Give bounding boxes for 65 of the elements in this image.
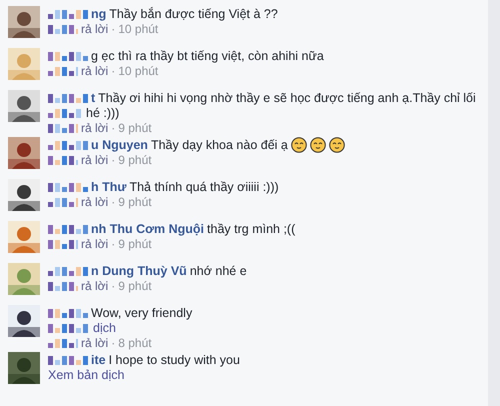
comment-text: thầy trg mình ;(( (207, 222, 296, 236)
pixelation-drawing (48, 196, 78, 206)
pixelation-drawing (48, 322, 90, 332)
separator-dot: · (111, 194, 116, 208)
smiley-icon (290, 136, 307, 152)
pixelation-drawing (48, 182, 88, 192)
comment-text: I hope to study with you (108, 352, 240, 366)
comment-time: 9 phút (118, 278, 152, 292)
comment-text: Thả thính quá thầy ơiiiii :))) (129, 180, 279, 194)
pixelation-drawing (48, 92, 88, 102)
commenter-name[interactable]: t (91, 90, 96, 104)
reply-link[interactable]: rả lời (81, 336, 108, 350)
separator-dot: · (111, 64, 116, 78)
pixelation-drawing (48, 140, 88, 150)
pixelation-drawing (48, 308, 88, 318)
pixelation-drawing (48, 280, 78, 290)
pixelation-drawing (48, 122, 78, 132)
comment-time: 9 phút (118, 236, 152, 250)
reply-link[interactable]: rả lời (81, 152, 108, 166)
comment-text: Thầy dạy khoa nào đếi ạ (150, 138, 288, 152)
pixelation-drawing (48, 224, 88, 234)
commenter-name[interactable]: h Thư (91, 180, 126, 194)
pixelation-drawing (48, 266, 88, 276)
reply-link[interactable]: rả lời (81, 64, 108, 78)
comment-text: Wow, very friendly (91, 306, 192, 320)
pixelation-drawing (48, 24, 78, 34)
comment-time: 9 phút (118, 194, 152, 208)
comment-text: Thầy ơi hihi hi vọng nhờ thầy e sẽ học được tiếng anh ạ.Thầy chỉ lối (98, 90, 476, 104)
comment-time: 9 phút (118, 120, 152, 134)
reply-link[interactable]: rả lời (81, 236, 108, 250)
commenter-name[interactable]: ng (91, 6, 106, 20)
separator-dot: · (111, 278, 116, 292)
reply-link[interactable]: rả lời (81, 194, 108, 208)
pixelation-drawing (48, 50, 88, 60)
pixelation-drawing (48, 154, 78, 164)
reply-link[interactable]: rả lời (81, 22, 108, 36)
commenter-name[interactable]: ite (91, 352, 106, 366)
separator-dot: · (111, 22, 116, 36)
translation-link[interactable]: dịch (93, 320, 116, 334)
pixelation-drawing (48, 354, 88, 364)
pixelation-drawing (48, 238, 78, 248)
commenter-name[interactable]: n Dung Thuỳ Vũ (91, 264, 187, 278)
comment-time: 10 phút (118, 22, 158, 36)
comment-text: g ẹc thì ra thầy bt tiếng việt, còn ahihi nữa (91, 48, 324, 62)
comment-time: 9 phút (118, 152, 152, 166)
comment-text: nhớ nhé e (190, 264, 247, 278)
smiley-icon (328, 136, 345, 152)
pixelation-drawing (48, 338, 78, 348)
translation-link[interactable]: Xem bản dịch (48, 368, 124, 382)
commenter-name[interactable]: u Nguyen (91, 138, 148, 152)
pixelation-drawing (48, 108, 83, 118)
reply-link[interactable]: rả lời (81, 120, 108, 134)
comment-text: hé :))) (86, 106, 120, 120)
pixelation-drawing (48, 66, 78, 76)
comment-text: Thầy bắn được tiếng Việt à ?? (109, 6, 278, 20)
comment-time: 8 phút (118, 336, 152, 350)
comment-time: 10 phút (118, 64, 158, 78)
commenter-name[interactable]: nh Thu Cơm Nguội (91, 222, 204, 236)
separator-dot: · (111, 120, 116, 134)
separator-dot: · (111, 152, 116, 166)
reply-link[interactable]: rả lời (81, 278, 108, 292)
separator-dot: · (111, 336, 116, 350)
smiley-icon (310, 136, 326, 152)
pixelation-drawing (48, 8, 88, 18)
separator-dot: · (111, 236, 116, 250)
